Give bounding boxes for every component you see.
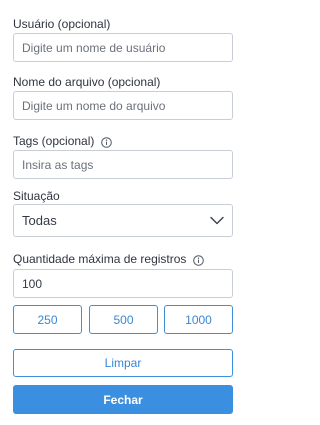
preset-1000-button[interactable]: 1000: [164, 305, 233, 334]
max-records-label-text: Quantidade máxima de registros: [13, 252, 187, 266]
filename-input[interactable]: [13, 91, 233, 120]
chevron-down-icon: [210, 216, 224, 225]
filename-label-text: Nome do arquivo (opcional): [13, 75, 161, 89]
max-records-label: Quantidade máxima de registros: [13, 251, 205, 267]
username-label-text: Usuário (opcional): [13, 17, 111, 31]
status-label-text: Situação: [13, 189, 60, 203]
tags-input[interactable]: [13, 150, 233, 179]
clear-button[interactable]: Limpar: [13, 349, 233, 377]
status-label: Situação: [13, 188, 60, 204]
status-selected-value: Todas: [22, 213, 57, 228]
preset-250-button[interactable]: 250: [13, 305, 82, 334]
status-select[interactable]: Todas: [13, 204, 233, 237]
info-icon[interactable]: [101, 136, 113, 148]
username-label: Usuário (opcional): [13, 16, 110, 32]
info-icon[interactable]: [193, 254, 205, 266]
filename-label: Nome do arquivo (opcional): [13, 74, 160, 90]
username-input[interactable]: [13, 33, 233, 62]
max-records-input[interactable]: [13, 269, 233, 298]
preset-500-button[interactable]: 500: [89, 305, 158, 334]
tags-label: Tags (opcional): [13, 133, 113, 149]
close-button[interactable]: Fechar: [13, 385, 233, 414]
tags-label-text: Tags (opcional): [13, 134, 95, 148]
